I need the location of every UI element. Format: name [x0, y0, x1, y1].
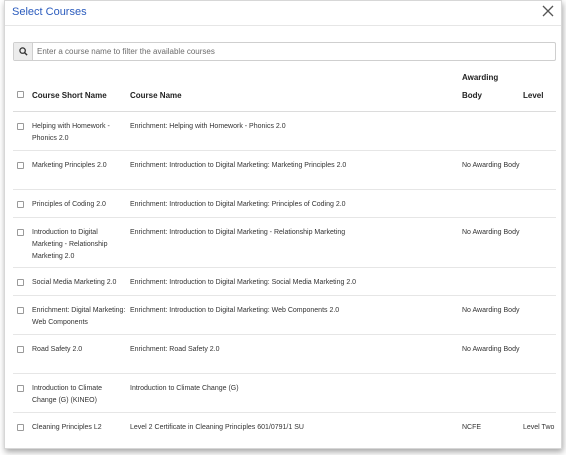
course-name: Enrichment: Introduction to Digital Mark… — [130, 295, 462, 335]
course-level — [523, 217, 556, 268]
row-checkbox[interactable] — [17, 424, 24, 431]
select-all-checkbox[interactable] — [17, 91, 24, 98]
row-checkbox[interactable] — [17, 201, 24, 208]
search-button[interactable] — [14, 43, 33, 60]
row-checkbox[interactable] — [17, 229, 24, 236]
table-row[interactable]: Principles of Coding 2.0 Enrichment: Int… — [13, 189, 556, 218]
close-icon[interactable] — [541, 4, 555, 18]
course-level — [523, 111, 556, 151]
course-short-name: Introduction to Climate Change (G) (KINE… — [32, 373, 130, 413]
awarding-body — [462, 189, 523, 218]
awarding-body — [462, 267, 523, 296]
header-course-name[interactable]: Course Name — [130, 72, 462, 112]
awarding-body: No Awarding Body — [462, 150, 523, 190]
course-short-name: Marketing Principles 2.0 — [32, 150, 130, 190]
course-name: Enrichment: Introduction to Digital Mark… — [130, 217, 462, 268]
course-short-name: Cleaning Principles L2 — [32, 424, 102, 431]
course-level — [523, 334, 556, 374]
table-row[interactable]: Marketing Principles 2.0 Enrichment: Int… — [13, 150, 556, 190]
course-short-name: Social Media Marketing 2.0 — [32, 267, 130, 296]
table-row[interactable]: Introduction to Climate Change (G) (KINE… — [13, 373, 556, 413]
course-name: Enrichment: Introduction to Digital Mark… — [130, 150, 462, 190]
course-level — [523, 373, 556, 413]
header-awarding-line2: Body — [462, 91, 482, 100]
course-short-name: Principles of Coding 2.0 — [32, 189, 130, 218]
awarding-body: NCFE — [462, 424, 482, 431]
header-level[interactable]: Level — [523, 72, 556, 112]
dialog-title: Select Courses — [12, 6, 87, 18]
table-header-row: Course Short Name Course Name Awarding Bo… — [13, 72, 556, 112]
course-level — [523, 267, 556, 296]
row-checkbox[interactable] — [17, 162, 24, 169]
course-name: Enrichment: Road Safety 2.0 — [130, 334, 462, 374]
table-row[interactable]: Introduction to Digital Marketing - Rela… — [13, 217, 556, 268]
table-row[interactable]: Social Media Marketing 2.0 Enrichment: I… — [13, 267, 556, 296]
awarding-body: No Awarding Body — [462, 295, 523, 335]
course-short-name: Road Safety 2.0 — [32, 334, 130, 374]
awarding-body — [462, 111, 523, 151]
awarding-body: No Awarding Body — [462, 217, 523, 268]
row-checkbox[interactable] — [17, 385, 24, 392]
select-all-cell — [13, 72, 32, 112]
search-box — [13, 42, 556, 61]
course-level — [523, 295, 556, 335]
table-row[interactable]: Road Safety 2.0 Enrichment: Road Safety … — [13, 334, 556, 374]
row-checkbox[interactable] — [17, 279, 24, 286]
awarding-body — [462, 373, 523, 413]
course-short-name: Enrichment: Digital Marketing: Web Compo… — [32, 295, 130, 335]
course-level — [523, 150, 556, 190]
course-name: Enrichment: Introduction to Digital Mark… — [130, 189, 462, 218]
table-row[interactable]: Cleaning Principles L2 Level 2 Certifica… — [13, 413, 556, 449]
search-icon — [18, 47, 28, 56]
dialog-header: Select Courses — [5, 1, 561, 26]
course-name: Introduction to Climate Change (G) — [130, 373, 462, 413]
header-awarding-line1: Awarding — [462, 73, 499, 82]
table-row[interactable]: Enrichment: Digital Marketing: Web Compo… — [13, 295, 556, 335]
row-checkbox[interactable] — [17, 307, 24, 314]
course-short-name: Helping with Homework - Phonics 2.0 — [32, 111, 130, 151]
courses-table: Course Short Name Course Name Awarding Bo… — [13, 72, 556, 449]
course-short-name: Introduction to Digital Marketing - Rela… — [32, 217, 130, 268]
course-name: Enrichment: Introduction to Digital Mark… — [130, 267, 462, 296]
search-input[interactable] — [37, 44, 552, 59]
course-name: Level 2 Certificate in Cleaning Principl… — [130, 424, 304, 431]
course-level — [523, 189, 556, 218]
row-checkbox[interactable] — [17, 346, 24, 353]
header-short-name[interactable]: Course Short Name — [32, 72, 130, 112]
header-awarding-body[interactable]: Awarding Body — [462, 72, 523, 112]
table-row[interactable]: Helping with Homework - Phonics 2.0 Enri… — [13, 111, 556, 151]
row-checkbox[interactable] — [17, 123, 24, 130]
course-level: Level Two — [523, 424, 555, 431]
awarding-body: No Awarding Body — [462, 334, 523, 374]
course-name: Enrichment: Helping with Homework - Phon… — [130, 111, 462, 151]
select-courses-dialog: Select Courses Course Short Name Course … — [4, 0, 562, 449]
